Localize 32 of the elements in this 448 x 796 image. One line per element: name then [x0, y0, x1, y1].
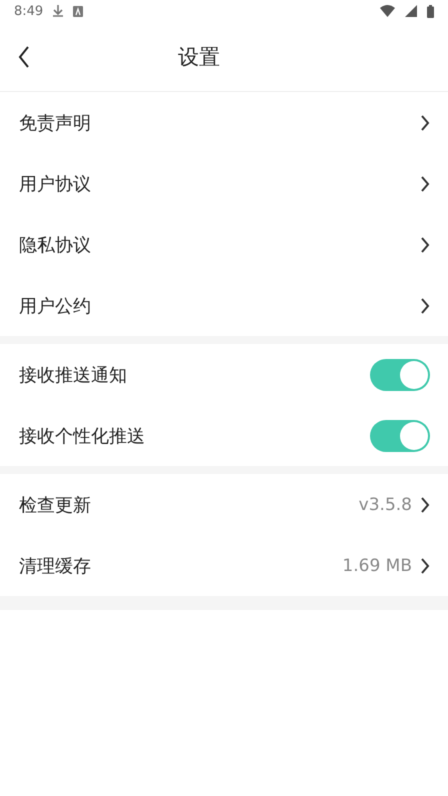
chevron-right-icon: [420, 114, 430, 132]
row-label: 检查更新: [19, 494, 92, 516]
settings-row[interactable]: 免责声明: [0, 92, 448, 153]
chevron-right-icon: [420, 296, 430, 314]
settings-row[interactable]: 隐私协议: [0, 214, 448, 275]
row-label: 接收推送通知: [19, 364, 128, 386]
row-label: 免责声明: [19, 112, 92, 134]
chevron-right-icon: [420, 174, 430, 192]
row-value: 1.69 MB: [342, 556, 412, 576]
settings-row[interactable]: 清理缓存 1.69 MB: [0, 535, 448, 596]
signal-icon: [405, 5, 417, 17]
page-title: 设置: [178, 44, 220, 70]
toggle-switch[interactable]: [370, 358, 430, 390]
row-label: 用户公约: [19, 294, 92, 318]
chevron-right-icon: [420, 556, 430, 574]
back-button[interactable]: [18, 46, 30, 68]
chevron-right-icon: [420, 236, 430, 254]
notification-icon: [73, 6, 84, 16]
status-time: 8:49: [14, 4, 44, 18]
chevron-right-icon: [420, 496, 430, 514]
toggle-switch[interactable]: [370, 420, 430, 452]
row-value: v3.5.8: [358, 494, 412, 514]
wifi-icon: [380, 5, 395, 17]
row-label: 接收个性化推送: [19, 424, 146, 448]
settings-row[interactable]: 用户公约: [0, 275, 448, 336]
battery-icon: [427, 4, 434, 18]
settings-row[interactable]: 用户协议: [0, 153, 448, 214]
row-label: 隐私协议: [19, 234, 92, 256]
row-label: 清理缓存: [19, 554, 92, 578]
settings-row[interactable]: 检查更新 v3.5.8: [0, 474, 448, 535]
download-icon: [53, 5, 64, 17]
row-label: 用户协议: [19, 172, 92, 196]
